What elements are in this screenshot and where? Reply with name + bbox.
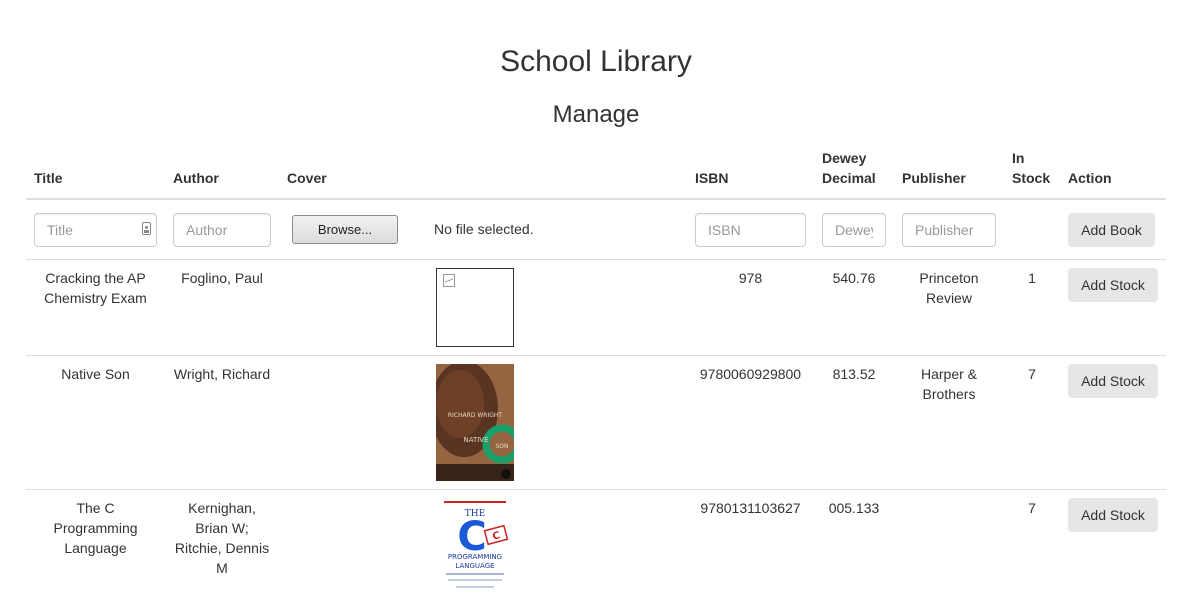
publisher-cell (894, 198, 1004, 260)
native-son-cover-image: RICHARD WRIGHT NATIVE SON (436, 364, 514, 481)
row-author: Foglino, Paul (165, 259, 279, 356)
add-stock-button[interactable]: Add Stock (1068, 364, 1158, 398)
table-row: Native Son Wright, Richard RICHARD WRIGH… (26, 355, 1166, 490)
browse-button[interactable]: Browse... (292, 215, 398, 244)
header-action: Action (1060, 140, 1166, 200)
row-action: Add Stock (1060, 355, 1166, 490)
dewey-input[interactable] (822, 212, 886, 247)
broken-image-icon (436, 268, 514, 347)
contact-card-icon[interactable] (142, 221, 151, 235)
header-publisher: Publisher (894, 140, 1004, 200)
header-author: Author (165, 140, 279, 200)
row-author: Kernighan, Brian W; Ritchie, Dennis M (165, 489, 279, 609)
title-input[interactable] (34, 212, 157, 247)
row-isbn: 9780131103627 (687, 489, 814, 609)
row-publisher (894, 489, 1004, 609)
row-cover: THE C C PROGRAMMING LANGUAGE (279, 489, 687, 609)
row-stock: 1 (1004, 259, 1060, 356)
header-dewey: Dewey Decimal (814, 140, 894, 200)
row-title: Cracking the AP Chemistry Exam (26, 259, 165, 356)
add-book-form-row: Browse... No file selected. Add Book (26, 198, 1166, 260)
row-isbn: 978 (687, 259, 814, 356)
title-cell (26, 198, 165, 260)
row-action: Add Stock (1060, 259, 1166, 356)
row-author: Wright, Richard (165, 355, 279, 490)
svg-text:PROGRAMMING: PROGRAMMING (448, 553, 502, 561)
title-input-wrap (34, 212, 157, 247)
cover-upload-cell: Browse... No file selected. (279, 198, 687, 260)
row-publisher: Princeton Review (894, 259, 1004, 356)
cover-author-text: RICHARD WRIGHT (448, 412, 502, 419)
row-title: The C Programming Language (26, 489, 165, 609)
add-stock-button[interactable]: Add Stock (1068, 498, 1158, 532)
row-stock: 7 (1004, 489, 1060, 609)
stock-empty-cell (1004, 198, 1060, 260)
header-cover: Cover (279, 140, 687, 200)
page-title: School Library (500, 45, 692, 78)
header-title: Title (26, 140, 165, 200)
row-cover (279, 259, 687, 356)
header-stock: In Stock (1004, 140, 1060, 200)
header-row: Title Author Cover ISBN Dewey Decimal Pu… (26, 140, 1166, 200)
row-publisher: Harper & Brothers (894, 355, 1004, 490)
header-isbn: ISBN (687, 140, 814, 200)
action-cell: Add Book (1060, 198, 1166, 260)
row-isbn: 9780060929800 (687, 355, 814, 490)
row-cover: RICHARD WRIGHT NATIVE SON (279, 355, 687, 490)
table-row: The C Programming Language Kernighan, Br… (26, 489, 1166, 609)
publisher-input[interactable] (902, 212, 996, 247)
row-dewey: 005.133 (814, 489, 894, 609)
no-file-text: No file selected. (434, 221, 534, 237)
row-dewey: 540.76 (814, 259, 894, 356)
author-input[interactable] (173, 212, 271, 247)
row-action: Add Stock (1060, 489, 1166, 609)
books-table: Title Author Cover ISBN Dewey Decimal Pu… (26, 140, 1166, 609)
c-programming-cover-image: THE C C PROGRAMMING LANGUAGE (436, 498, 514, 593)
author-cell (165, 198, 279, 260)
svg-text:SON: SON (495, 443, 508, 450)
table-row: Cracking the AP Chemistry Exam Foglino, … (26, 259, 1166, 356)
row-stock: 7 (1004, 355, 1060, 490)
svg-text:NATIVE: NATIVE (463, 436, 488, 444)
add-stock-button[interactable]: Add Stock (1068, 268, 1158, 302)
add-book-button[interactable]: Add Book (1068, 212, 1155, 247)
svg-text:LANGUAGE: LANGUAGE (455, 562, 494, 570)
row-title: Native Son (26, 355, 165, 490)
row-dewey: 813.52 (814, 355, 894, 490)
dewey-cell (814, 198, 894, 260)
isbn-input[interactable] (695, 212, 806, 247)
page-subtitle: Manage (552, 101, 640, 128)
isbn-cell (687, 198, 814, 260)
